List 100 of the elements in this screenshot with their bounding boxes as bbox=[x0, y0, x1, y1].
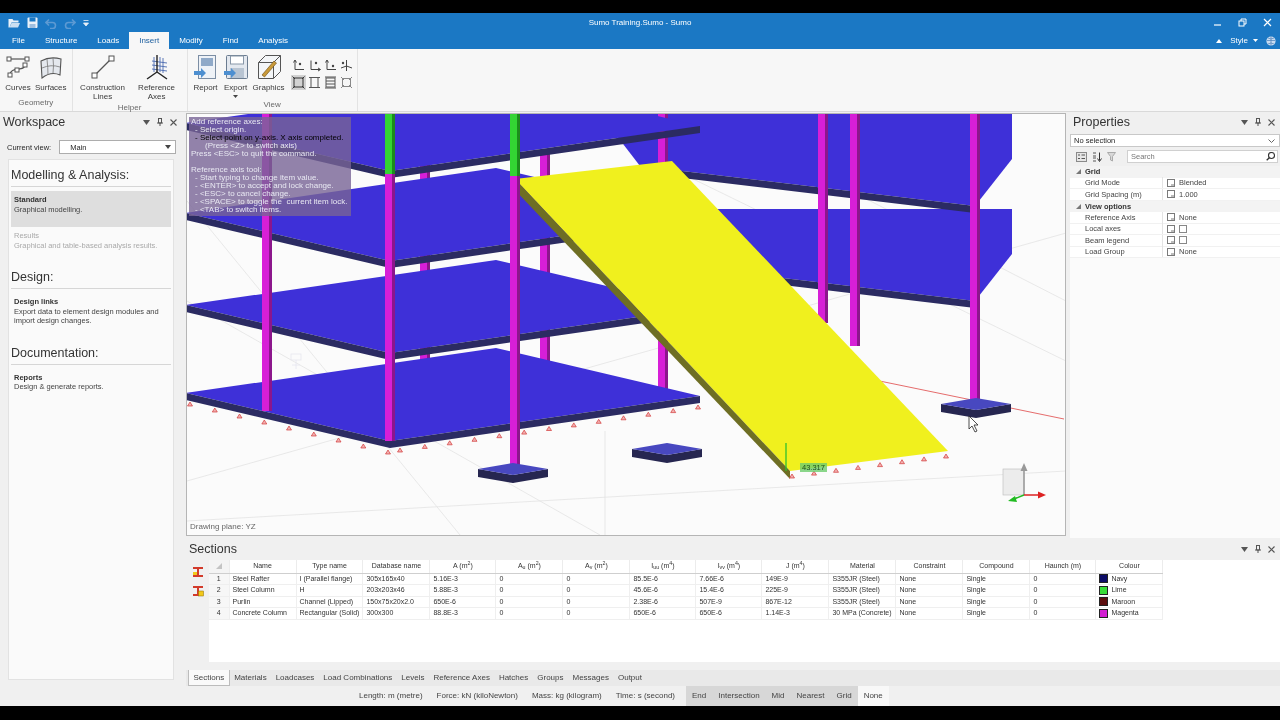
view-toggle-button[interactable] bbox=[338, 75, 354, 90]
unit-label: Time: s (second) bbox=[614, 690, 676, 703]
sort-descending-icon[interactable] bbox=[1092, 151, 1102, 162]
curves-icon bbox=[5, 54, 31, 80]
pin-icon[interactable] bbox=[157, 118, 163, 126]
window-title: Sumo Training.Sumo - Sumo bbox=[587, 17, 693, 28]
reference-axes-button[interactable]: Reference Axes bbox=[129, 53, 184, 102]
snap-button[interactable]: End bbox=[686, 686, 713, 706]
unit-label: Force: kN (kiloNewton) bbox=[435, 690, 519, 703]
group-label: Geometry bbox=[17, 97, 55, 109]
dropdown-caret-icon bbox=[1253, 39, 1258, 42]
prompt-line: - Start typing to change item value. bbox=[194, 174, 320, 182]
panel-tab[interactable]: Hatches bbox=[494, 670, 533, 686]
square-icon[interactable] bbox=[1167, 236, 1175, 245]
expander-icon[interactable] bbox=[1076, 169, 1081, 175]
frame-view-icon bbox=[339, 76, 353, 89]
restore-icon[interactable] bbox=[1238, 18, 1247, 27]
dropdown-icon[interactable] bbox=[1241, 546, 1248, 552]
surfaces-button[interactable]: Surfaces bbox=[33, 53, 69, 97]
square-icon[interactable] bbox=[1167, 213, 1175, 222]
view-toggle-button[interactable] bbox=[322, 75, 338, 90]
view-toggle-button[interactable] bbox=[290, 75, 306, 90]
prompt-line: Press <ESC> to quit the command. bbox=[191, 150, 318, 158]
close-icon[interactable] bbox=[1268, 118, 1275, 126]
frame-view-icon bbox=[323, 76, 337, 89]
help-icon[interactable] bbox=[1266, 35, 1276, 46]
section-heading: Design: bbox=[11, 270, 171, 289]
checkbox[interactable] bbox=[1179, 236, 1187, 245]
drawing-plane-label: Drawing plane: YZ bbox=[190, 522, 256, 532]
surface-icon bbox=[37, 54, 64, 80]
square-icon[interactable] bbox=[1167, 247, 1175, 256]
folder-icon[interactable] bbox=[8, 16, 20, 29]
pin-icon[interactable] bbox=[1255, 118, 1261, 126]
ribbon-tab[interactable]: Find bbox=[212, 32, 249, 49]
prompt-line: - Select origin. bbox=[194, 126, 248, 134]
panel-tab[interactable]: Output bbox=[613, 670, 647, 686]
curves-button[interactable]: Curves bbox=[3, 53, 33, 97]
group-label: View bbox=[262, 99, 282, 111]
expander-icon[interactable] bbox=[1076, 203, 1081, 209]
ribbon-tab[interactable]: Insert bbox=[129, 32, 170, 49]
prompt-line: - <TAB> to switch items. bbox=[194, 206, 283, 214]
axis-view-icon bbox=[291, 59, 305, 72]
collapse-icon[interactable] bbox=[1216, 38, 1223, 43]
prompt-line: - <SPACE> to toggle the current item lock. bbox=[194, 198, 348, 206]
construction-lines-button[interactable]: Construction Lines bbox=[75, 53, 130, 102]
ribbon-tab[interactable]: Loads bbox=[87, 32, 130, 49]
snap-button[interactable]: Intersection bbox=[712, 686, 766, 706]
report-icon bbox=[192, 54, 219, 80]
i-beam-icon[interactable] bbox=[191, 585, 204, 597]
dropdown-caret-icon bbox=[165, 145, 171, 149]
panel-tab[interactable]: Loadcases bbox=[271, 670, 319, 686]
view-toggle-button[interactable] bbox=[338, 58, 354, 73]
square-icon[interactable] bbox=[1167, 178, 1175, 187]
view-toggle-button[interactable] bbox=[306, 75, 322, 90]
frame-view-icon bbox=[291, 76, 305, 89]
panel-title: Properties bbox=[1073, 114, 1130, 130]
close-icon[interactable] bbox=[1268, 545, 1275, 553]
panel-tab[interactable]: Reference Axes bbox=[428, 670, 495, 686]
panel-title: Sections bbox=[189, 541, 237, 557]
frame-view-icon bbox=[307, 76, 321, 89]
square-icon[interactable] bbox=[1167, 190, 1175, 199]
panel-title: Workspace bbox=[3, 114, 66, 130]
dropdown-icon[interactable] bbox=[143, 119, 150, 125]
panel-tab[interactable]: Load Combinations bbox=[318, 670, 397, 686]
snap-button[interactable]: None bbox=[857, 686, 889, 706]
view-toggle-button[interactable] bbox=[290, 58, 306, 73]
snap-button[interactable]: Grid bbox=[830, 686, 858, 706]
panel-tab[interactable]: Materials bbox=[229, 670, 272, 686]
categorized-icon[interactable] bbox=[1076, 151, 1087, 162]
snap-button[interactable]: Mid bbox=[765, 686, 791, 706]
unit-label: Mass: kg (kilogram) bbox=[530, 690, 603, 703]
search-icon[interactable] bbox=[1266, 152, 1275, 161]
view-toggle-button[interactable] bbox=[322, 58, 338, 73]
i-beam-icon[interactable] bbox=[191, 566, 204, 578]
panel-tab[interactable]: Levels bbox=[396, 670, 429, 686]
panel-tab[interactable]: Groups bbox=[532, 670, 568, 686]
report-button[interactable]: Report bbox=[190, 53, 221, 99]
close-icon[interactable] bbox=[170, 118, 177, 126]
axis-view-icon bbox=[307, 59, 321, 72]
pin-icon[interactable] bbox=[1255, 545, 1261, 553]
square-icon[interactable] bbox=[1167, 224, 1175, 233]
ribbon-tab[interactable]: Analysis bbox=[248, 32, 299, 49]
axis-view-icon bbox=[339, 59, 353, 72]
ribbon-tab[interactable]: Modify bbox=[169, 32, 213, 49]
panel-tab[interactable]: Messages bbox=[568, 670, 614, 686]
prompt-line: - <ENTER> to accept and lock change. bbox=[194, 182, 335, 190]
checkbox[interactable] bbox=[1179, 224, 1187, 233]
save-icon[interactable] bbox=[27, 16, 38, 29]
ribbon-tab[interactable]: File bbox=[2, 32, 35, 49]
panel-tab[interactable]: Sections bbox=[188, 670, 230, 686]
construction-line-icon bbox=[89, 54, 116, 80]
cursor-icon bbox=[968, 415, 979, 433]
snap-button[interactable]: Nearest bbox=[790, 686, 831, 706]
group-label: Helper bbox=[116, 102, 143, 114]
ribbon-tab[interactable]: Structure bbox=[34, 32, 88, 49]
export-button[interactable]: Export bbox=[220, 53, 251, 99]
style-button[interactable]: Style bbox=[1228, 35, 1260, 46]
chevron-down-icon bbox=[1268, 138, 1275, 143]
graphics-button[interactable]: Graphics bbox=[250, 53, 287, 99]
dropdown-icon[interactable] bbox=[1241, 119, 1248, 125]
